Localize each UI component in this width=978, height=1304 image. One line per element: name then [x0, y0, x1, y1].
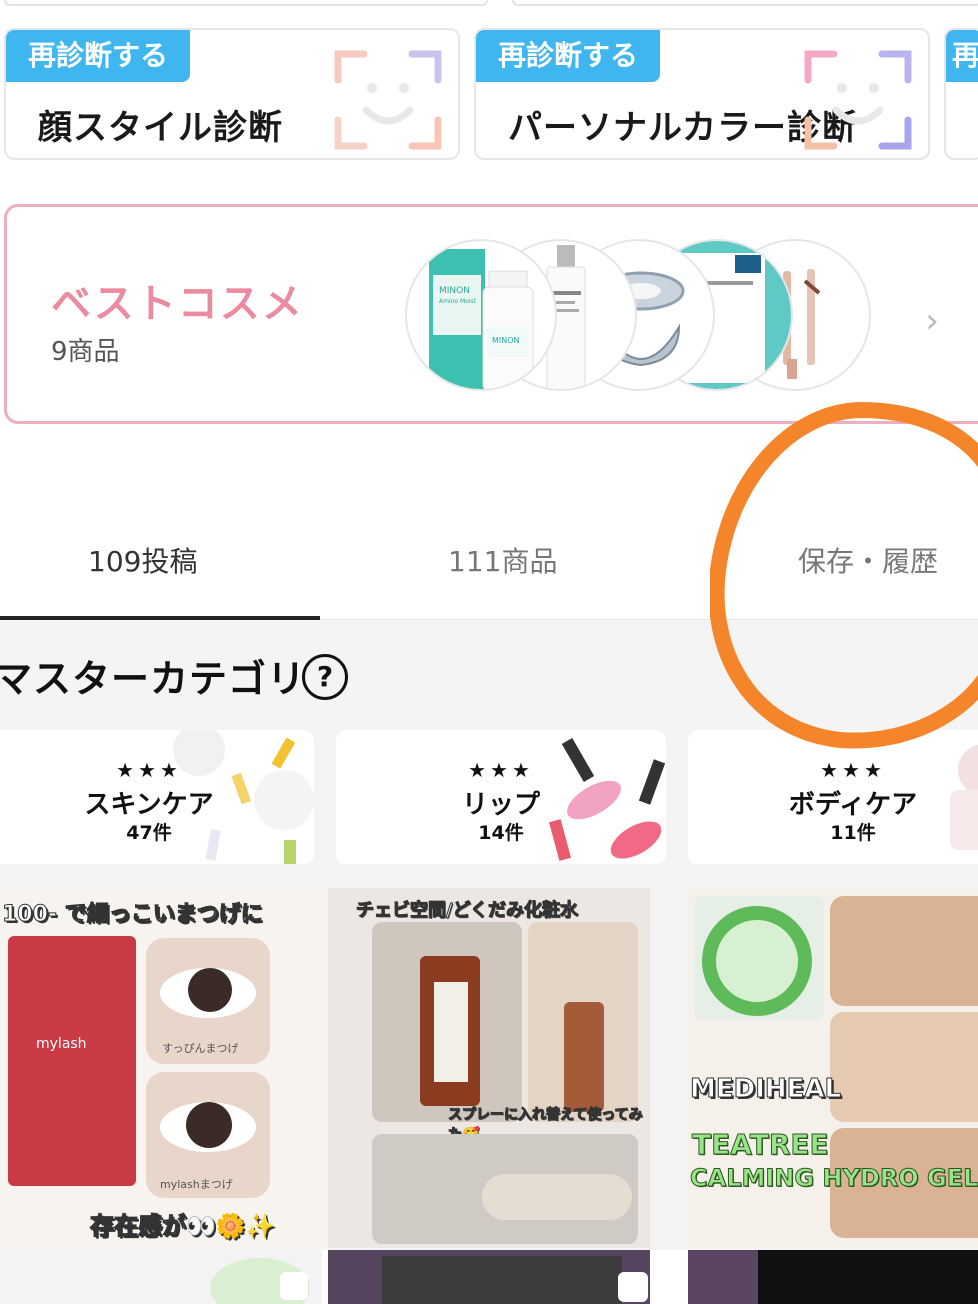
smile-face-icon	[334, 50, 442, 150]
texture-swatch-image	[830, 1012, 978, 1122]
spray-bottle-image	[528, 922, 638, 1122]
category-name: リップ	[461, 790, 540, 820]
product-line-label: Amino Moist	[439, 298, 477, 305]
category-count: 11件	[830, 822, 876, 844]
best-cosme-title: ベストコスメ	[51, 281, 304, 327]
diagnosis-title: 顔スタイル診断	[38, 108, 283, 148]
video-icon	[280, 1272, 308, 1300]
spray-bottle-image-2	[372, 1134, 638, 1244]
post-caption: 存在感が👀🌼✨	[90, 1212, 277, 1241]
product-package: mylash	[8, 936, 136, 1186]
post-headline: 100- で細っこいまつげに	[2, 902, 264, 928]
eye-caption: mylashまつげ	[160, 1178, 233, 1191]
category-card-skincare[interactable]: ★★★ スキンケア 47件	[0, 730, 314, 864]
category-name: スキンケア	[84, 790, 214, 820]
category-stars: ★★★	[116, 758, 182, 782]
post-thumbnail[interactable]	[688, 1250, 978, 1304]
eye-image-top: すっぴんまつげ	[146, 938, 270, 1064]
eye-caption: すっぴんまつげ	[162, 1042, 239, 1055]
post-thumbnail[interactable]: 100- で細っこいまつげに mylash すっぴんまつげ mylashまつげ …	[0, 888, 322, 1248]
best-cosme-card[interactable]: ベストコスメ 9商品 MINON Amino Moist MINON ›	[4, 204, 978, 424]
product-thumbnail: MINON Amino Moist MINON	[405, 239, 557, 391]
product-brand-label: MINON	[439, 286, 470, 296]
personal-color-diagnosis-card[interactable]: 再診断する パーソナルカラー診断	[474, 28, 930, 160]
post-thumbnail[interactable]	[0, 1250, 322, 1304]
product-brand: mylash	[36, 1036, 87, 1052]
gel-jar-image	[694, 896, 824, 1020]
category-card-lip[interactable]: ★★★ リップ 14件	[336, 730, 666, 864]
tab-posts[interactable]: 109投稿	[88, 540, 197, 580]
rediagnose-badge: 再	[946, 30, 978, 82]
category-stars: ★★★	[820, 758, 886, 782]
help-icon[interactable]: ?	[302, 654, 348, 700]
post-thumbnail[interactable]: チェビ空間/どくだみ化粧水 スプレーに入れ替えて使ってみた🥰	[328, 888, 650, 1248]
category-stars: ★★★	[468, 758, 534, 782]
rediagnose-badge: 再診断する	[6, 30, 191, 82]
texture-swatch-image	[830, 896, 978, 1006]
face-style-diagnosis-card[interactable]: 再診断する 顔スタイル診断	[4, 28, 460, 160]
tab-products[interactable]: 111商品	[448, 540, 557, 580]
previous-card-fragment	[512, 0, 978, 6]
category-count: 47件	[126, 822, 172, 844]
previous-card-fragment	[4, 0, 488, 6]
master-category-title: マスターカテゴリ	[0, 657, 307, 701]
post-thumbnail[interactable]: MEDIHEAL TEATREE CALMING HYDRO GEL	[688, 888, 978, 1248]
smile-face-icon	[804, 50, 912, 150]
best-cosme-count: 9商品	[51, 337, 120, 367]
product-brand-label: MINON	[492, 336, 520, 345]
post-headline: チェビ空間/どくだみ化粧水	[355, 900, 579, 922]
tab-saved-history[interactable]: 保存・履歴	[798, 540, 938, 580]
video-icon	[618, 1272, 648, 1302]
toner-bottle-image	[372, 922, 522, 1122]
post-product-line1: TEATREE	[692, 1128, 830, 1162]
next-diagnosis-card-partial[interactable]: 再	[944, 28, 978, 160]
chevron-right-icon[interactable]: ›	[925, 301, 939, 341]
post-brand: MEDIHEAL	[689, 1074, 842, 1105]
eye-image-bottom: mylashまつげ	[146, 1072, 270, 1198]
post-thumbnail[interactable]	[328, 1250, 650, 1304]
category-count: 14件	[478, 822, 524, 844]
category-name: ボディケア	[788, 790, 918, 820]
rediagnose-badge: 再診断する	[476, 30, 661, 82]
post-product-line2: CALMING HYDRO GEL	[689, 1164, 978, 1193]
category-card-bodycare[interactable]: ★★★ ボディケア 11件	[688, 730, 978, 864]
